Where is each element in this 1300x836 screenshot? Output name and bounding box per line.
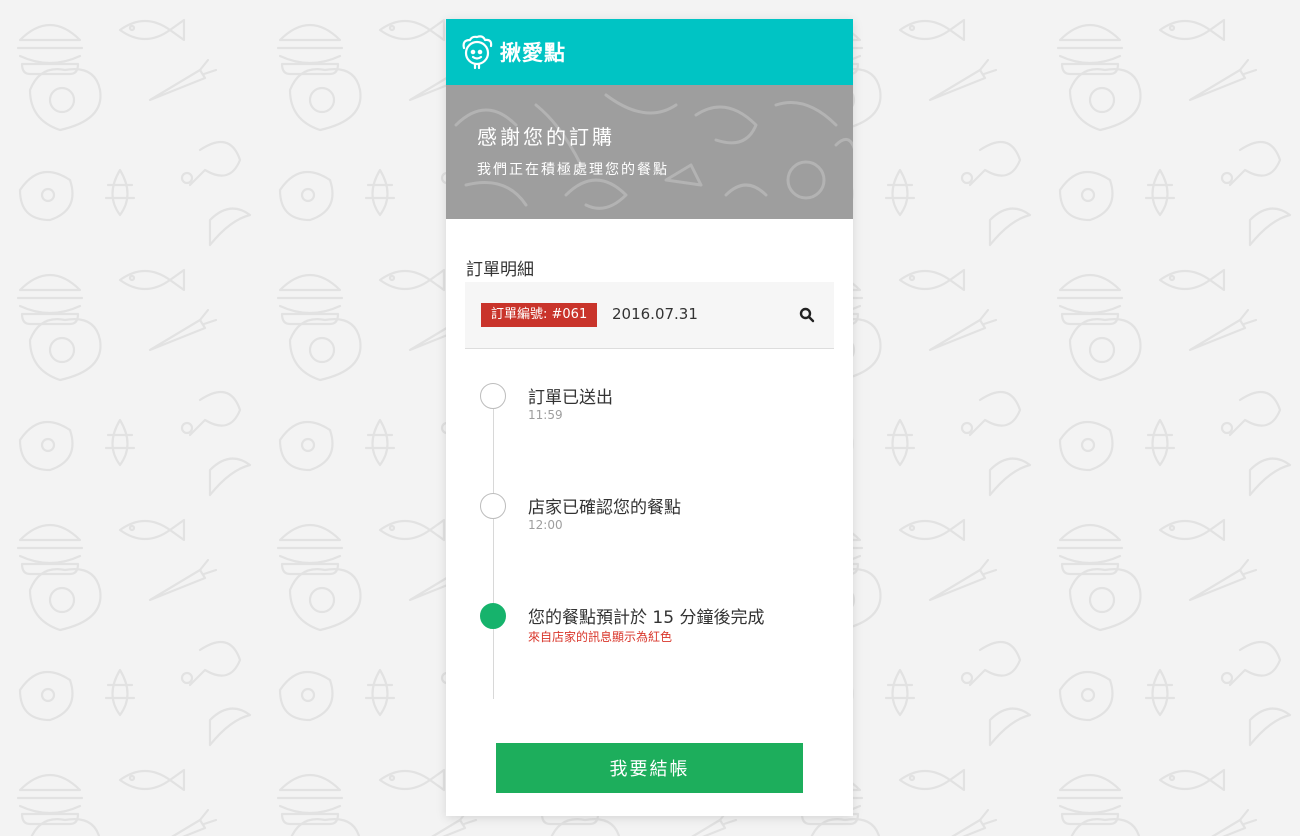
hero-food-pattern xyxy=(454,93,853,210)
timeline-label-preparing: 您的餐點預計於 15 分鐘後完成 xyxy=(528,608,765,628)
checkout-button[interactable]: 我要結帳 xyxy=(496,743,803,793)
order-details-heading: 訂單明細 xyxy=(466,260,534,280)
hero-subtitle: 我們正在積極處理您的餐點 xyxy=(477,162,669,178)
timeline-dot-preparing xyxy=(480,603,506,629)
timeline-time-submitted: 11:59 xyxy=(528,408,563,422)
timeline-store-message: 來自店家的訊息顯示為紅色 xyxy=(528,630,673,644)
timeline-label-confirmed: 店家已確認您的餐點 xyxy=(528,498,681,518)
bear-logo-icon xyxy=(458,34,494,70)
timeline-label-submitted: 訂單已送出 xyxy=(528,388,613,408)
order-summary-bar: 訂單編號: #061 2016.07.31 xyxy=(465,282,834,349)
order-date: 2016.07.31 xyxy=(612,305,698,323)
order-number-badge: 訂單編號: #061 xyxy=(481,303,598,327)
app-header: 揪愛點 xyxy=(446,19,853,85)
timeline-dot-submitted xyxy=(480,383,506,409)
search-icon[interactable] xyxy=(798,306,816,324)
timeline-time-confirmed: 12:00 xyxy=(528,518,563,532)
hero-banner: 感謝您的訂購 我們正在積極處理您的餐點 xyxy=(446,85,853,219)
timeline-line xyxy=(493,396,494,699)
hero-title: 感謝您的訂購 xyxy=(477,125,615,149)
timeline-dot-confirmed xyxy=(480,493,506,519)
app-name: 揪愛點 xyxy=(500,41,566,65)
order-status-card: 揪愛點 感謝您的訂購 我們正在積極處理您的餐點 訂單明細 訂單編號: #061 … xyxy=(446,19,853,816)
